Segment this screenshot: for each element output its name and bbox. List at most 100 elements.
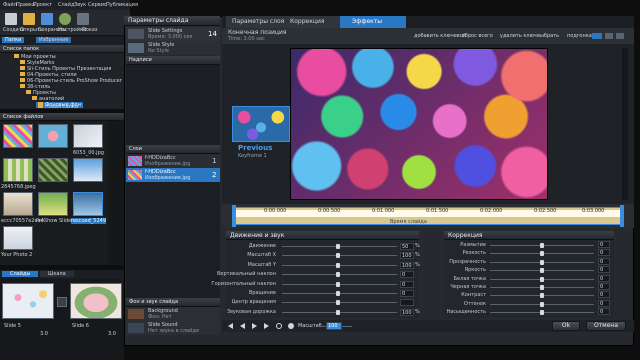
file-thumbnail[interactable] <box>38 158 68 182</box>
correction-slider[interactable] <box>490 251 594 257</box>
previous-keyframe-thumbnail[interactable] <box>232 106 290 142</box>
ok-button[interactable]: Ok <box>552 321 580 331</box>
correction-slider[interactable] <box>490 301 594 307</box>
preview-scrollbar[interactable] <box>622 48 628 200</box>
menu-sound[interactable]: Звук <box>74 2 86 8</box>
slider-knob[interactable] <box>540 243 544 248</box>
keyframe-marker-start[interactable] <box>232 205 236 227</box>
slider-knob[interactable] <box>540 251 544 257</box>
motion-value-field[interactable] <box>400 299 414 307</box>
tab-effects[interactable]: Эффекты <box>340 16 406 28</box>
play-icon[interactable] <box>252 323 257 329</box>
motion-slider[interactable] <box>282 300 397 306</box>
slide-settings-item[interactable]: Slide Settings Время: 3.000 сек 14 <box>126 27 220 41</box>
file-thumbnail[interactable] <box>3 124 33 148</box>
zoom-icon[interactable] <box>288 323 294 329</box>
new-icon[interactable] <box>5 13 17 25</box>
view-mode-icon[interactable] <box>592 33 602 39</box>
zoom-value-field[interactable]: 100 <box>326 322 342 330</box>
correction-slider[interactable] <box>490 276 594 282</box>
motion-value-field[interactable]: 100 <box>400 308 414 316</box>
slide-thumbnail[interactable] <box>2 283 54 319</box>
slider-knob[interactable] <box>336 253 340 259</box>
correction-value-field[interactable]: 0 <box>598 299 610 307</box>
motion-slider[interactable] <box>282 309 397 315</box>
slider-knob[interactable] <box>540 259 544 265</box>
correction-slider[interactable] <box>490 285 594 290</box>
menu-publish[interactable]: Публикация <box>106 2 138 8</box>
correction-value-field[interactable]: 0 <box>598 308 610 316</box>
menu-file[interactable]: Файл <box>3 2 17 8</box>
file-thumbnail[interactable] <box>3 226 33 250</box>
slider-knob[interactable] <box>540 285 544 290</box>
correction-slider[interactable] <box>490 293 594 299</box>
correction-value-field[interactable]: 0 <box>598 266 610 274</box>
motion-value-field[interactable]: 50 <box>400 243 414 250</box>
correction-slider[interactable] <box>490 310 594 316</box>
motion-value-field[interactable]: 100 <box>400 261 414 269</box>
tab-folders[interactable]: Папки <box>2 37 25 43</box>
reset-button[interactable]: сброс всего <box>462 33 493 39</box>
motion-slider[interactable] <box>282 281 397 287</box>
file-thumbnail[interactable] <box>3 158 33 182</box>
file-thumbnail[interactable] <box>38 124 68 148</box>
correction-value-field[interactable]: 0 <box>598 257 610 265</box>
slider-knob[interactable] <box>336 262 340 268</box>
slider-knob[interactable] <box>336 309 340 315</box>
settings-icon[interactable] <box>616 33 624 39</box>
loop-icon[interactable] <box>276 323 282 329</box>
correction-slider[interactable] <box>490 268 594 274</box>
slider-knob[interactable] <box>336 244 340 249</box>
correction-value-field[interactable]: 0 <box>598 274 610 282</box>
play-start-icon[interactable] <box>228 323 233 329</box>
add-keyframe-button[interactable]: добавить ключевой <box>414 33 466 39</box>
file-thumbnail[interactable] <box>38 192 68 216</box>
save-icon[interactable] <box>41 13 53 25</box>
file-thumbnail[interactable] <box>73 158 103 182</box>
open-icon[interactable] <box>23 13 35 25</box>
correction-slider[interactable] <box>490 243 594 248</box>
correction-value-field[interactable]: 0 <box>598 283 610 290</box>
motion-slider[interactable] <box>282 253 397 259</box>
file-thumbnail-selected[interactable] <box>73 192 103 216</box>
keyframe-marker-end[interactable] <box>620 205 624 227</box>
motion-value-field[interactable]: 0 <box>400 290 414 297</box>
menu-tools[interactable]: Сервис <box>88 2 107 8</box>
correction-value-field[interactable]: 0 <box>598 291 610 299</box>
layer-item-selected[interactable]: f-HDDizaBcc Изображение.jpg 2 <box>126 168 220 182</box>
motion-slider[interactable] <box>282 244 397 249</box>
slider-knob[interactable] <box>540 293 544 299</box>
menu-project[interactable]: Проект <box>33 2 52 8</box>
slider-knob[interactable] <box>336 300 340 306</box>
motion-value-field[interactable]: 0 <box>400 271 414 279</box>
tab-favorites[interactable]: Избранные <box>36 37 72 43</box>
remove-key-button[interactable]: удалить ключ <box>500 33 537 39</box>
correction-value-field[interactable]: 0 <box>598 241 610 248</box>
slider-knob[interactable] <box>336 281 340 287</box>
tab-slides[interactable]: Слайды <box>2 271 39 277</box>
slider-knob[interactable] <box>540 301 544 307</box>
step-forward-icon[interactable] <box>264 323 269 329</box>
settings-icon[interactable] <box>59 13 71 25</box>
slider-knob[interactable] <box>336 272 340 278</box>
motion-slider[interactable] <box>282 262 397 268</box>
grid-icon[interactable] <box>605 33 613 39</box>
motion-slider[interactable] <box>282 291 397 296</box>
show-icon[interactable] <box>77 13 89 25</box>
slider-knob[interactable] <box>540 310 544 316</box>
file-thumbnail[interactable] <box>3 192 33 216</box>
file-thumbnail[interactable] <box>73 124 103 148</box>
select-button[interactable]: выбрать <box>537 33 559 39</box>
transition-icon[interactable] <box>57 297 67 307</box>
slider-knob[interactable] <box>540 268 544 274</box>
correction-value-field[interactable]: 0 <box>598 249 610 257</box>
tab-timeline[interactable]: Шкала <box>40 271 74 277</box>
fit-button[interactable]: подгонка <box>567 33 592 39</box>
tab-layer-settings[interactable]: Параметры слоя <box>226 16 288 28</box>
correction-slider[interactable] <box>490 259 594 265</box>
slide-style-item[interactable]: Slide Style No Style <box>126 41 220 55</box>
layer-item[interactable]: f-HDDizaBcc Изображение.jpg 1 <box>126 154 220 168</box>
slider-knob[interactable] <box>336 291 340 296</box>
step-back-icon[interactable] <box>240 323 245 329</box>
cancel-button[interactable]: Отмена <box>586 321 626 331</box>
